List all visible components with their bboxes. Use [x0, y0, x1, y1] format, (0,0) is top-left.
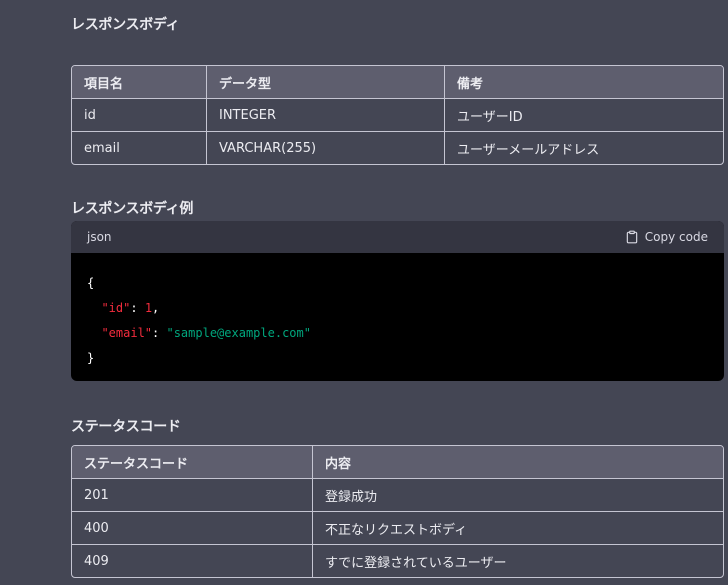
table-row: 409 すでに登録されているユーザー — [72, 545, 723, 577]
table-cell: email — [72, 132, 207, 164]
status-code-table: ステータスコード 内容 201 登録成功 400 不正なリクエストボディ 409… — [71, 445, 724, 578]
table-cell: 201 — [72, 479, 313, 512]
table-cell: 登録成功 — [313, 479, 723, 512]
table-row: id INTEGER ユーザーID — [72, 99, 723, 132]
column-header: 内容 — [313, 446, 723, 479]
clipboard-icon — [626, 230, 638, 244]
copy-code-button[interactable]: Copy code — [625, 230, 708, 244]
column-header: ステータスコード — [72, 446, 313, 479]
table-cell: すでに登録されているユーザー — [325, 555, 507, 571]
column-header: 備考 — [445, 66, 723, 99]
column-header: 項目名 — [72, 66, 207, 99]
table-cell: VARCHAR(255) — [207, 132, 445, 164]
table-cell: id — [72, 99, 207, 132]
copy-code-label: Copy code — [644, 230, 708, 244]
heading-response-example: レスポンスボディ例 — [71, 201, 194, 217]
json-brace: } — [87, 351, 95, 365]
table-row: 400 不正なリクエストボディ — [72, 512, 723, 545]
code-block-header: json Copy code — [71, 221, 724, 253]
table-row: email VARCHAR(255) ユーザーメールアドレス — [72, 132, 723, 164]
table-cell: 409 — [72, 545, 313, 577]
table-cell: ユーザーメールアドレス — [457, 142, 600, 158]
column-header: データ型 — [207, 66, 445, 99]
response-body-table: 項目名 データ型 備考 id INTEGER ユーザーID email VARC… — [71, 65, 724, 165]
table-header-row: 項目名 データ型 備考 — [72, 66, 723, 99]
heading-status-code: ステータスコード — [71, 419, 181, 435]
table-cell: ユーザーID — [445, 99, 723, 132]
code-language-label: json — [87, 230, 112, 244]
heading-response-body: レスポンスボディ — [71, 17, 180, 33]
json-key: "email" — [101, 326, 153, 340]
table-row: 201 登録成功 — [72, 479, 723, 512]
code-content[interactable]: { "id": 1, "email": "sample@example.com"… — [71, 253, 724, 381]
table-cell: INTEGER — [207, 99, 445, 132]
json-number: 1 — [144, 301, 153, 315]
json-key: "id" — [101, 301, 131, 315]
table-cell: 400 — [72, 512, 313, 545]
json-brace: { — [87, 276, 95, 290]
table-cell: 不正なリクエストボディ — [313, 512, 723, 545]
chat-response: レスポンスボディ 項目名 データ型 備考 id INTEGER ユーザーID e… — [0, 0, 728, 585]
json-string: "sample@example.com" — [166, 326, 311, 340]
table-header-row: ステータスコード 内容 — [72, 446, 723, 479]
code-block: json Copy code { "id": 1, "email": "samp… — [71, 221, 724, 381]
